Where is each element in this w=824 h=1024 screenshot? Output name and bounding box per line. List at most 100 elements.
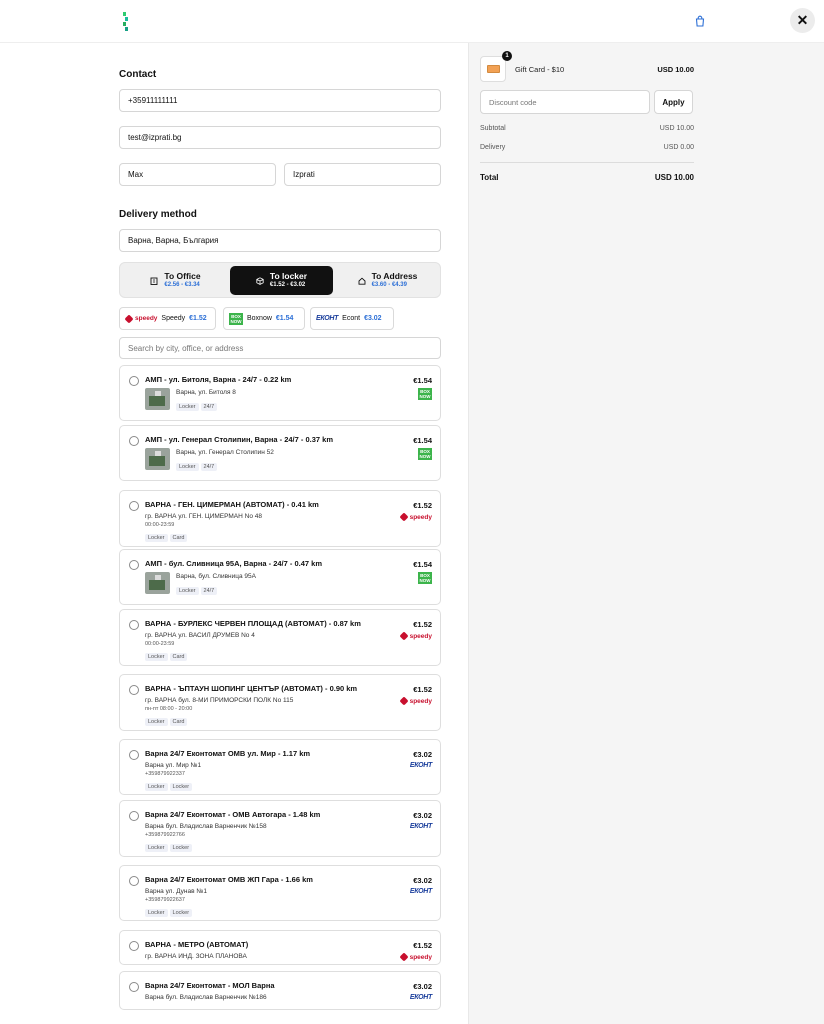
location-photo — [145, 572, 170, 594]
cart-item-name: Gift Card - $10 — [515, 65, 565, 74]
location-option[interactable]: Варна 24/7 Еконтомат ОМВ ул. Мир - 1.17 … — [119, 739, 441, 795]
speedy-logo: speedy — [399, 696, 432, 706]
speedy-logo: speedy — [399, 952, 432, 962]
carrier-filters: speedy Speedy €1.52 BOX NOW Boxnow €1.54 … — [119, 307, 441, 331]
location-tag: 24/7 — [200, 463, 218, 471]
location-price: €1.54 — [413, 436, 432, 445]
boxnow-logo: BOX NOW — [418, 448, 432, 460]
location-tag: Card — [169, 653, 188, 661]
location-hours: +359879922637 — [145, 897, 185, 903]
first-name-field[interactable]: Max — [119, 163, 276, 186]
location-hours: пн-пт 08:00 - 20:00 — [145, 706, 193, 712]
phone-field[interactable]: +35911111111 — [119, 89, 441, 112]
location-name: Варна 24/7 Еконтомат ОМВ ЖП Гара - 1.66 … — [145, 875, 313, 884]
location-tag: Locker — [169, 909, 193, 917]
location-radio[interactable] — [129, 750, 139, 760]
discount-code-input[interactable]: Discount code — [480, 90, 650, 114]
close-button[interactable]: ✕ — [790, 8, 815, 33]
econt-logo: ЕКОНТ — [409, 888, 432, 895]
location-option[interactable]: ВАРНА - МЕТРО (АВТОМАТ) €1.52 speedy гр. ВА… — [119, 930, 441, 965]
location-radio[interactable] — [129, 560, 139, 570]
location-option[interactable]: ВАРНА - БУРЛЕКС ЧЕРВЕН ПЛОЩАД (АВТОМАТ) … — [119, 609, 441, 666]
carrier-chip-speedy[interactable]: speedy Speedy €1.52 — [119, 307, 216, 330]
tab-label: To Office — [164, 271, 201, 281]
top-bar: ✕ — [0, 0, 824, 43]
location-option[interactable]: Варна 24/7 Еконтомат ОМВ ЖП Гара - 1.66 … — [119, 865, 441, 921]
location-name: ВАРНА - БУРЛЕКС ЧЕРВЕН ПЛОЩАД (АВТОМАТ) … — [145, 619, 361, 628]
location-option[interactable]: ВАРНА - ЪПТАУН ШОПИНГ ЦЕНТЪР (АВТОМАТ) -… — [119, 674, 441, 731]
location-hours: +359879922337 — [145, 771, 185, 777]
tab-label: To Address — [371, 271, 418, 281]
location-price: €1.52 — [413, 941, 432, 950]
speedy-logo: speedy — [399, 512, 432, 522]
shopping-bag-icon[interactable] — [694, 15, 706, 27]
tab-to-locker[interactable]: To locker €1.52 - €3.02 — [230, 266, 333, 295]
home-icon — [358, 277, 366, 285]
boxnow-logo: BOX NOW — [418, 572, 432, 584]
location-radio[interactable] — [129, 620, 139, 630]
email-field[interactable]: test@izprati.bg — [119, 126, 441, 149]
location-option[interactable]: Варна 24/7 Еконтомат - ОМВ Автогара - 1.… — [119, 800, 441, 857]
econt-logo: ЕКОНТ — [316, 315, 339, 322]
location-hours: 00:00-23:59 — [145, 522, 175, 528]
location-hours: +359879922766 — [145, 832, 185, 838]
location-address: гр. ВАРНА бул. 8-МИ ПРИМОРСКИ ПОЛК No 11… — [145, 697, 294, 704]
location-radio[interactable] — [129, 436, 139, 446]
location-name: АМП - бул. Сливница 95А, Варна - 24/7 - … — [145, 559, 323, 568]
carrier-logo-slot: BOX NOW — [418, 572, 432, 584]
location-option[interactable]: АМП - ул. Битоля, Варна - 24/7 - 0.22 km… — [119, 365, 441, 421]
carrier-chip-econt[interactable]: ЕКОНТ Econt €3.02 — [310, 307, 394, 330]
location-address: гр. ВАРНА ул. ВАСИЛ ДРУМЕВ No 4 — [145, 632, 255, 639]
quantity-badge: 1 — [502, 51, 512, 61]
boxnow-logo: BOX NOW — [418, 388, 432, 400]
apply-discount-button[interactable]: Apply — [654, 90, 693, 114]
carrier-logo-slot: ЕКОНТ — [410, 994, 432, 1001]
location-price: €1.54 — [413, 376, 432, 385]
carrier-logo-slot: ЕКОНТ — [410, 762, 432, 769]
location-price: €1.52 — [413, 501, 432, 510]
location-price: €1.52 — [413, 685, 432, 694]
location-tag: Locker — [176, 587, 199, 595]
location-radio[interactable] — [129, 941, 139, 951]
location-address: Варна ул. Мир №1 — [145, 762, 202, 769]
last-name-field[interactable]: Izprati — [284, 163, 441, 186]
city-field[interactable]: Варна, Варна, България — [119, 229, 441, 252]
location-tag: Locker — [145, 653, 168, 661]
carrier-logo-slot: ЕКОНТ — [410, 823, 432, 830]
location-option[interactable]: ВАРНА - ГЕН. ЦИМЕРМАН (АВТОМАТ) - 0.41 k… — [119, 490, 441, 547]
location-tags: Locker Card — [145, 715, 189, 726]
tab-label: To locker — [269, 271, 308, 281]
boxnow-logo: BOX NOW — [229, 312, 243, 325]
tab-price-range: €2.56 - €3.34 — [164, 282, 200, 288]
carrier-logo-slot: speedy — [399, 631, 432, 641]
location-tag: Card — [169, 534, 188, 542]
location-search-input[interactable]: Search by city, office, or address — [119, 337, 441, 359]
location-option[interactable]: АМП - бул. Сливница 95А, Варна - 24/7 - … — [119, 549, 441, 605]
location-tags: Locker 24/7 — [176, 584, 219, 595]
box-icon — [256, 276, 264, 285]
location-radio[interactable] — [129, 685, 139, 695]
location-option[interactable]: АМП - ул. Генерал Столипин, Варна - 24/7… — [119, 425, 441, 481]
carrier-name: Boxnow — [247, 315, 272, 322]
location-price: €3.02 — [413, 876, 432, 885]
order-summary-panel — [468, 43, 824, 1024]
location-radio[interactable] — [129, 501, 139, 511]
tab-to-office[interactable]: To Office €2.56 - €3.34 — [124, 266, 227, 295]
location-address: гр. ВАРНА ул. ГЕН. ЦИМЕРМАН No 48 — [145, 513, 262, 520]
location-radio[interactable] — [129, 982, 139, 992]
location-hours: 00:00-23:59 — [145, 641, 175, 647]
location-tag: 24/7 — [200, 403, 218, 411]
total-label: Total — [480, 173, 499, 182]
total-row: Total USD 10.00 — [480, 173, 694, 182]
carrier-logo-slot: speedy — [399, 696, 432, 706]
tab-to-address[interactable]: To Address €3.60 - €4.39 — [336, 266, 439, 295]
location-radio[interactable] — [129, 876, 139, 886]
location-tag: Locker — [176, 463, 199, 471]
izprati-logo[interactable] — [123, 12, 129, 32]
econt-logo: ЕКОНТ — [409, 762, 432, 769]
gift-card-thumbnail — [480, 56, 506, 82]
location-radio[interactable] — [129, 811, 139, 821]
location-option[interactable]: Варна 24/7 Еконтомат - МОЛ Варна €3.02 ЕКО… — [119, 971, 441, 1010]
location-radio[interactable] — [129, 376, 139, 386]
carrier-chip-boxnow[interactable]: BOX NOW Boxnow €1.54 — [223, 307, 305, 330]
